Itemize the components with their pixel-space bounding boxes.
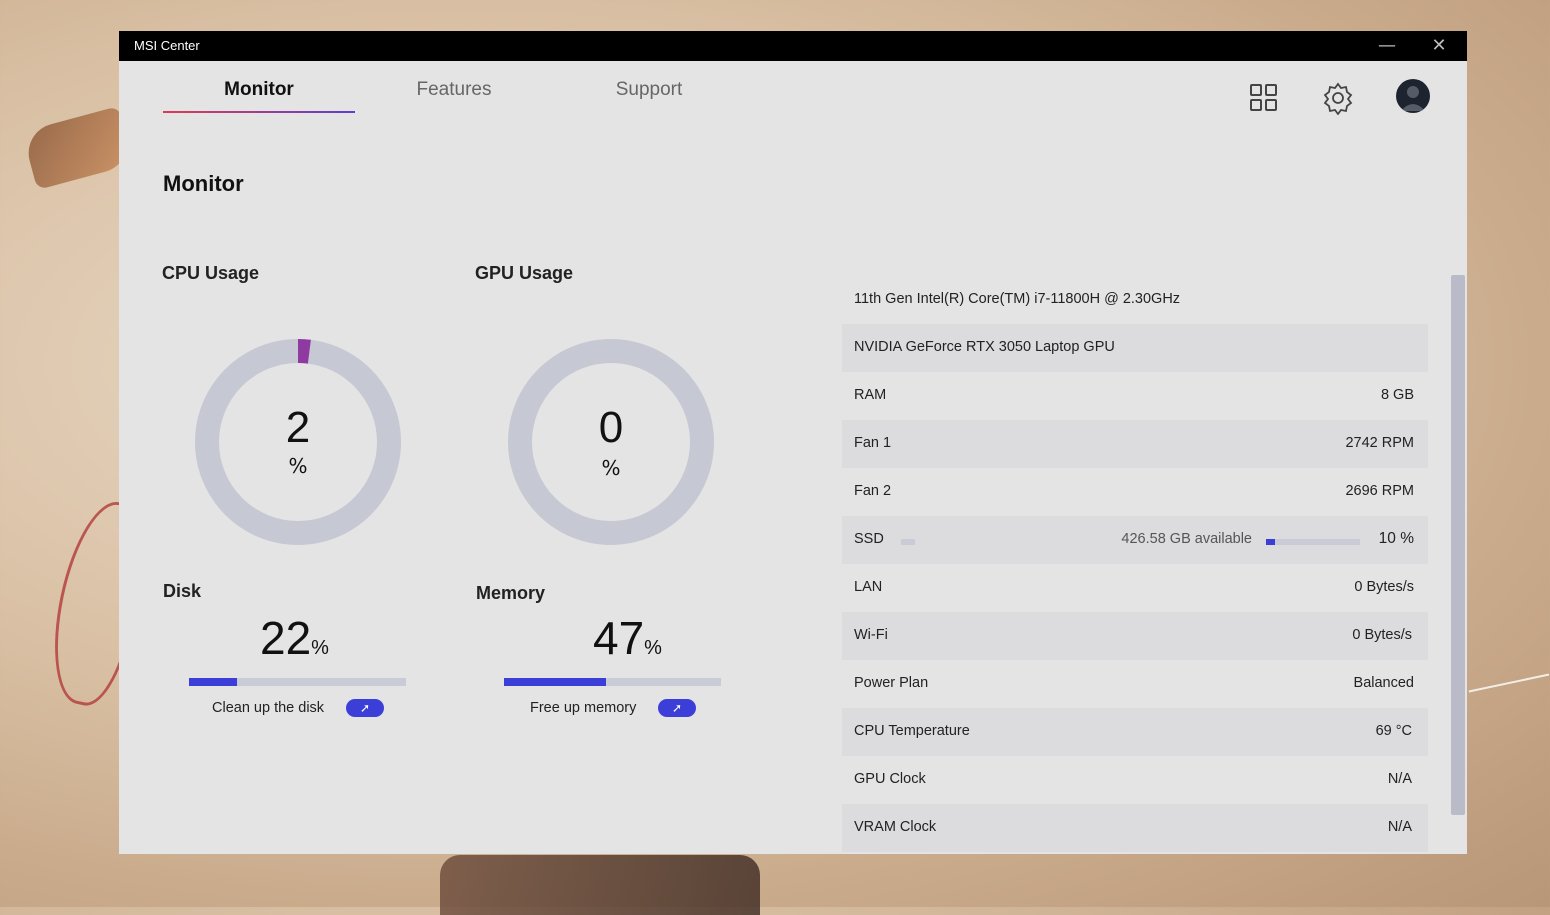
gpu-name: NVIDIA GeForce RTX 3050 Laptop GPU xyxy=(854,339,1115,355)
tab-features[interactable]: Features xyxy=(358,79,550,111)
gpu-usage-unit: % xyxy=(601,456,621,480)
memory-usage-bar xyxy=(504,678,721,686)
info-key: LAN xyxy=(854,579,883,595)
free-memory-button[interactable]: ➚ xyxy=(658,699,696,717)
info-value: 8 GB xyxy=(1380,387,1414,403)
background-decoration xyxy=(440,855,760,915)
info-value: 2742 RPM xyxy=(1345,435,1414,451)
info-value: Balanced xyxy=(1353,675,1414,691)
boost-icon: ➚ xyxy=(359,701,371,715)
window-title: MSI Center xyxy=(134,38,200,53)
info-key: RAM xyxy=(854,387,887,403)
memory-value: 47% xyxy=(593,611,662,665)
info-row-lan: LAN 0 Bytes/s xyxy=(842,564,1428,612)
info-row-wifi: Wi-Fi 0 Bytes/s xyxy=(842,612,1428,660)
gear-icon[interactable] xyxy=(1321,81,1355,115)
memory-label: Memory xyxy=(476,583,546,603)
free-memory-label: Free up memory xyxy=(530,700,637,716)
minimize-button[interactable]: — xyxy=(1367,31,1407,61)
system-info-panel: 11th Gen Intel(R) Core(TM) i7-11800H @ 2… xyxy=(842,276,1428,852)
clean-disk-button[interactable]: ➚ xyxy=(346,699,384,717)
info-row-gpu-clock: GPU Clock N/A xyxy=(842,756,1428,804)
ssd-usage-bar xyxy=(1266,539,1360,545)
cpu-name-row: 11th Gen Intel(R) Core(TM) i7-11800H @ 2… xyxy=(842,276,1428,324)
disk-usage-bar xyxy=(189,678,406,686)
info-row-power-plan: Power Plan Balanced xyxy=(842,660,1428,708)
info-value: 69 °C xyxy=(1375,723,1412,739)
close-button[interactable]: ✕ xyxy=(1419,31,1459,61)
info-row-fan1: Fan 1 2742 RPM xyxy=(842,420,1428,468)
disk-percent: 22 xyxy=(260,612,312,664)
info-value: 10 % xyxy=(1378,530,1414,547)
info-key: VRAM Clock xyxy=(854,819,937,835)
disk-label: Disk xyxy=(163,581,202,601)
info-value: N/A xyxy=(1387,771,1412,787)
gpu-usage-value: 0 xyxy=(598,403,624,452)
clean-disk-label: Clean up the disk xyxy=(212,700,325,716)
info-key: Fan 2 xyxy=(854,483,892,499)
cpu-usage-label: CPU Usage xyxy=(162,263,260,283)
gpu-name-row: NVIDIA GeForce RTX 3050 Laptop GPU xyxy=(842,324,1428,372)
info-value: 0 Bytes/s xyxy=(1354,579,1414,595)
tab-support[interactable]: Support xyxy=(553,79,745,111)
cpu-usage-value: 2 xyxy=(285,403,311,452)
memory-unit: % xyxy=(644,637,662,659)
info-row-ram: RAM 8 GB xyxy=(842,372,1428,420)
background-decoration xyxy=(1468,673,1550,693)
info-value: 0 Bytes/s xyxy=(1352,627,1412,643)
memory-percent: 47 xyxy=(593,612,645,664)
info-row-fan2: Fan 2 2696 RPM xyxy=(842,468,1428,516)
msi-center-window: MSI Center — ✕ Monitor Features Support … xyxy=(119,31,1467,854)
info-row-vram-clock: VRAM Clock N/A xyxy=(842,804,1428,852)
grid-icon[interactable] xyxy=(1247,81,1281,115)
info-key: Power Plan xyxy=(854,675,929,691)
scrollbar[interactable] xyxy=(1451,275,1465,815)
info-row-ssd: SSD 426.58 GB available 10 % xyxy=(842,516,1428,564)
info-key: Wi-Fi xyxy=(854,627,888,643)
memory-usage-fill xyxy=(504,678,606,686)
ssd-mini-indicator xyxy=(901,539,915,545)
disk-value: 22% xyxy=(260,611,329,665)
info-key: CPU Temperature xyxy=(854,723,970,739)
ssd-available: 426.58 GB available xyxy=(1121,531,1252,547)
disk-unit: % xyxy=(311,637,329,659)
info-key: SSD xyxy=(854,531,884,547)
info-value: 2696 RPM xyxy=(1345,483,1414,499)
info-key: GPU Clock xyxy=(854,771,926,787)
boost-icon: ➚ xyxy=(671,701,683,715)
info-row-cpu-temp: CPU Temperature 69 °C xyxy=(842,708,1428,756)
user-icon xyxy=(1401,86,1425,111)
avatar[interactable] xyxy=(1396,79,1430,113)
cpu-name: 11th Gen Intel(R) Core(TM) i7-11800H @ 2… xyxy=(854,291,1181,307)
ssd-usage-fill xyxy=(1266,539,1276,545)
title-bar: MSI Center — ✕ xyxy=(119,31,1467,61)
background-decoration xyxy=(21,106,135,190)
info-value: N/A xyxy=(1387,819,1412,835)
cpu-usage-unit: % xyxy=(288,454,308,478)
gpu-usage-label: GPU Usage xyxy=(475,263,574,283)
tab-monitor[interactable]: Monitor xyxy=(163,79,355,113)
info-key: Fan 1 xyxy=(854,435,892,451)
disk-usage-fill xyxy=(189,678,237,686)
page-title: Monitor xyxy=(163,171,244,196)
